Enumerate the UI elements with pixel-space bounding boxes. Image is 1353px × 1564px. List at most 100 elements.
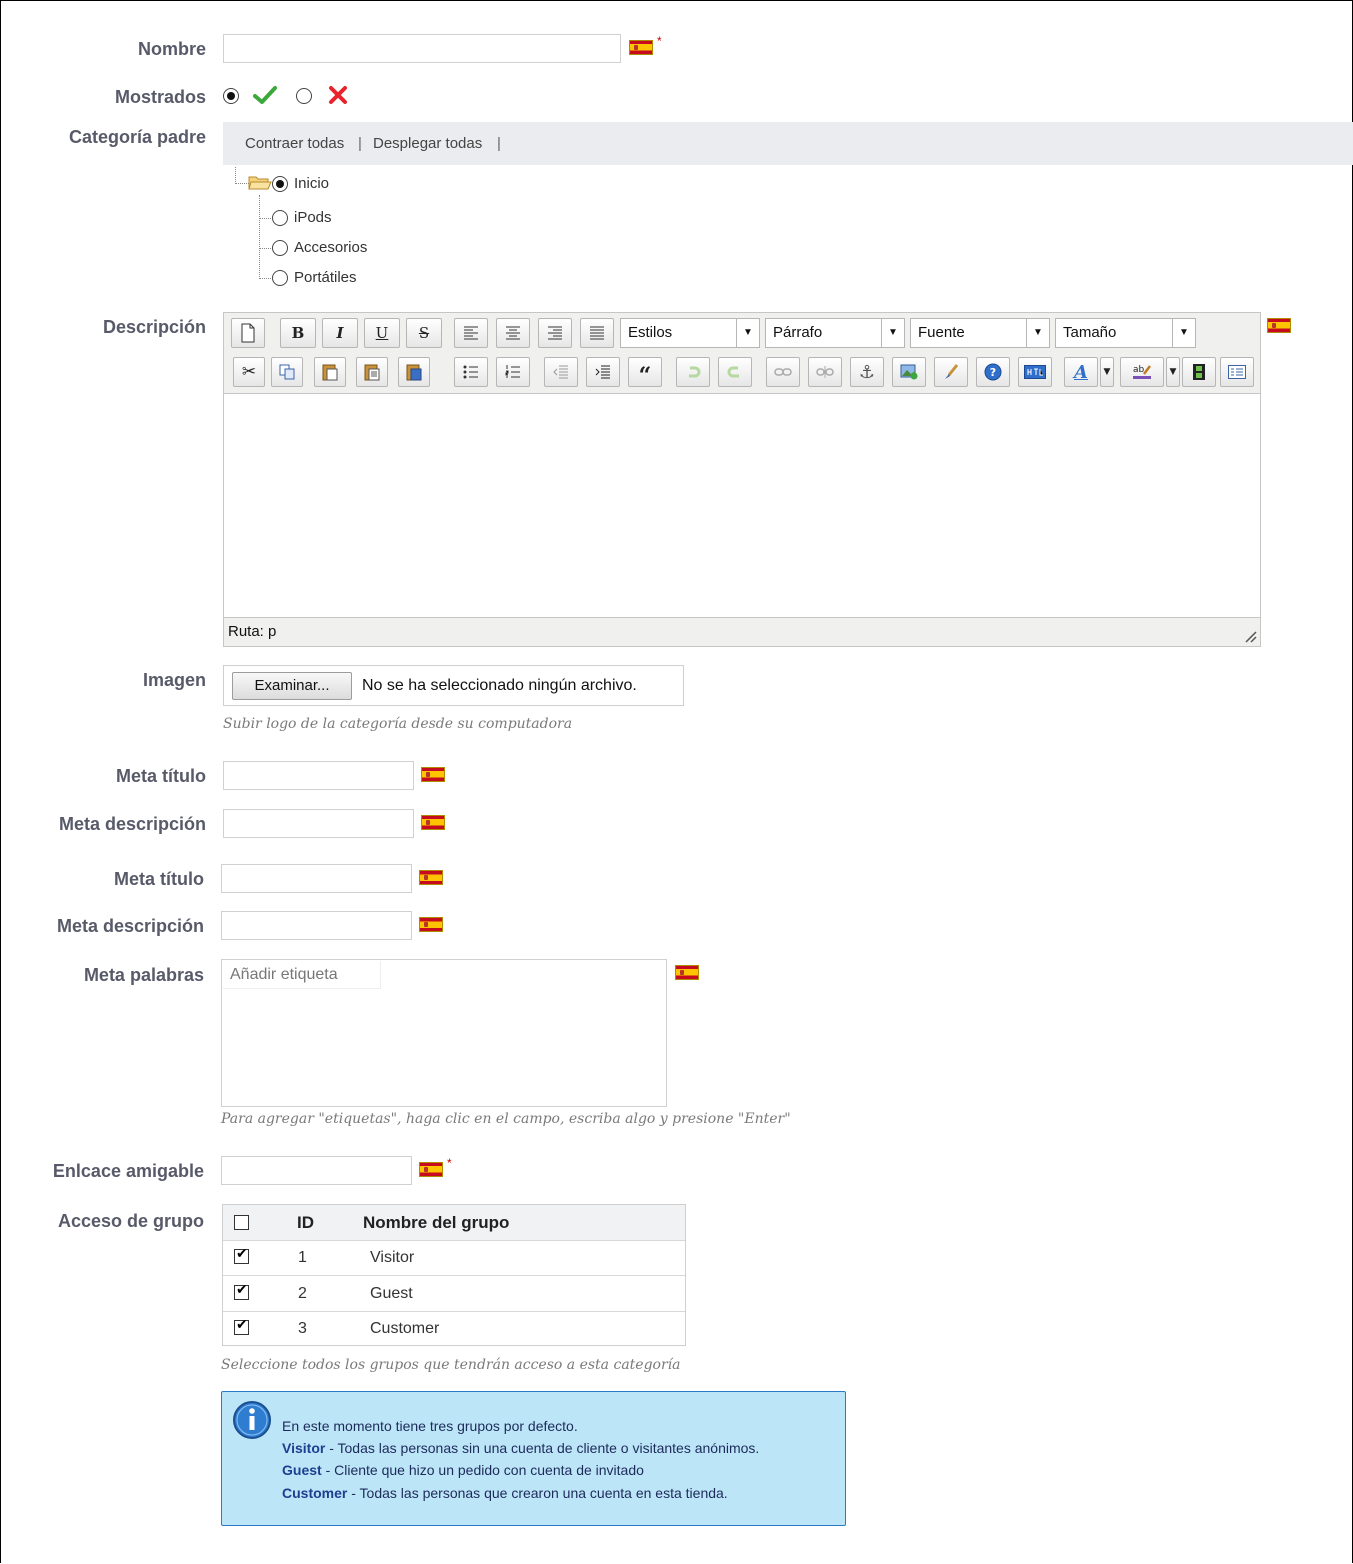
- tree-item-portatiles[interactable]: Portátiles: [294, 269, 357, 286]
- spain-flag-icon[interactable]: [629, 40, 653, 55]
- paste-text-icon: [364, 364, 380, 381]
- spain-flag-icon[interactable]: [421, 815, 445, 830]
- copy-button[interactable]: [271, 357, 303, 387]
- collapse-all-link[interactable]: Contraer todas: [245, 135, 344, 152]
- justify-button[interactable]: [580, 318, 614, 348]
- tree-radio-ipods[interactable]: [272, 210, 288, 226]
- group-checkbox-guest[interactable]: [234, 1282, 249, 1300]
- chevron-down-icon: ▼: [1103, 367, 1111, 377]
- group-checkbox-visitor[interactable]: [234, 1246, 249, 1264]
- redo-button[interactable]: [718, 357, 752, 387]
- groups-hint: Seleccione todos los grupos que tendrán …: [221, 1357, 681, 1373]
- underline-button[interactable]: U: [364, 318, 400, 348]
- text-color-button[interactable]: A: [1064, 357, 1098, 387]
- description-label: Descripción: [102, 317, 206, 337]
- info-visitor-desc: - Todas las personas sin una cuenta de c…: [325, 1440, 760, 1456]
- text-color-dropdown[interactable]: ▼: [1100, 357, 1114, 387]
- friendly-url-input[interactable]: [221, 1156, 412, 1185]
- info-guest-line: Guest - Cliente que hizo un pedido con c…: [282, 1462, 644, 1478]
- tree-radio-portatiles[interactable]: [272, 270, 288, 286]
- size-select-value: Tamaño: [1063, 324, 1117, 341]
- numbered-list-button[interactable]: [496, 357, 530, 387]
- outdent-button[interactable]: [544, 357, 578, 387]
- bold-button[interactable]: B: [280, 318, 316, 348]
- paste-button[interactable]: [314, 357, 346, 387]
- template-icon: [1228, 365, 1246, 379]
- expand-all-link[interactable]: Desplegar todas: [373, 135, 482, 152]
- select-all-groups-checkbox[interactable]: [234, 1215, 249, 1230]
- browse-button[interactable]: Examinar...: [232, 672, 352, 700]
- group-access-label: Acceso de grupo: [57, 1211, 204, 1231]
- group-name: Visitor: [370, 1249, 415, 1266]
- spain-flag-icon[interactable]: [419, 917, 443, 932]
- editor-content-area[interactable]: [224, 393, 1260, 618]
- displayed-no-radio[interactable]: [296, 88, 312, 104]
- align-right-icon: [548, 326, 562, 340]
- name-label: Nombre: [137, 39, 206, 59]
- meta-title-input[interactable]: [221, 864, 412, 893]
- unlink-button[interactable]: [808, 357, 842, 387]
- tree-item-ipods[interactable]: iPods: [294, 209, 332, 226]
- highlight-color-button[interactable]: ab: [1120, 357, 1164, 387]
- help-icon: ?: [984, 363, 1002, 381]
- html-source-button[interactable]: [1018, 357, 1052, 387]
- spain-flag-icon[interactable]: [675, 965, 699, 980]
- align-center-button[interactable]: [496, 318, 530, 348]
- tree-item-inicio[interactable]: Inicio: [294, 175, 329, 192]
- styles-select[interactable]: Estilos ▼: [620, 318, 760, 348]
- brush-icon: [945, 364, 959, 379]
- help-button[interactable]: ?: [976, 357, 1010, 387]
- link-button[interactable]: [766, 357, 800, 387]
- paste-text-button[interactable]: [356, 357, 388, 387]
- image-label: Imagen: [142, 670, 206, 690]
- meta-title-input[interactable]: [223, 761, 414, 790]
- group-checkbox-customer[interactable]: [234, 1317, 249, 1335]
- col-name-header: Nombre del grupo: [363, 1213, 510, 1232]
- media-button[interactable]: [1182, 357, 1216, 387]
- paste-word-button[interactable]: [398, 357, 430, 387]
- undo-button[interactable]: [676, 357, 710, 387]
- spain-flag-icon[interactable]: [1267, 318, 1291, 333]
- blockquote-button[interactable]: “: [628, 357, 662, 387]
- rich-text-editor: B I U S Estilos ▼ Párrafo ▼ Fuente ▼ Tamaño…: [223, 312, 1261, 647]
- spain-flag-icon[interactable]: [419, 1162, 443, 1177]
- meta-description-input[interactable]: [223, 809, 414, 838]
- info-customer-desc: - Todas las personas que crearon una cue…: [347, 1485, 728, 1501]
- film-icon: [1193, 364, 1205, 380]
- highlight-dropdown[interactable]: ▼: [1166, 357, 1180, 387]
- resize-handle-icon[interactable]: [1243, 629, 1257, 643]
- anchor-button[interactable]: ⚓: [850, 357, 884, 387]
- name-input[interactable]: [223, 34, 621, 63]
- template-button[interactable]: [1220, 357, 1254, 387]
- meta-description-input[interactable]: [221, 911, 412, 940]
- table-row: 1 Visitor: [223, 1240, 685, 1276]
- align-left-icon: [464, 326, 478, 340]
- size-select[interactable]: Tamaño ▼: [1055, 318, 1196, 348]
- tree-radio-accesorios[interactable]: [272, 240, 288, 256]
- indent-button[interactable]: [586, 357, 620, 387]
- new-document-button[interactable]: [231, 318, 265, 348]
- cut-button[interactable]: ✂: [233, 357, 265, 387]
- spain-flag-icon[interactable]: [419, 870, 443, 885]
- meta-keywords-tag-input[interactable]: Añadir etiqueta: [221, 959, 667, 1107]
- spain-flag-icon[interactable]: [421, 767, 445, 782]
- align-left-button[interactable]: [454, 318, 488, 348]
- image-button[interactable]: [892, 357, 926, 387]
- parent-category-label: Categoría padre: [68, 127, 206, 147]
- bullet-list-button[interactable]: [454, 357, 488, 387]
- italic-button[interactable]: I: [322, 318, 358, 348]
- strikethrough-button[interactable]: S: [406, 318, 442, 348]
- tree-item-accesorios[interactable]: Accesorios: [294, 239, 367, 256]
- meta-title-label: Meta título: [114, 869, 204, 889]
- cleanup-button[interactable]: [934, 357, 968, 387]
- tree-radio-inicio[interactable]: [272, 176, 288, 192]
- displayed-yes-radio[interactable]: [223, 88, 239, 104]
- info-visitor-term: Visitor: [282, 1440, 326, 1456]
- add-tag-placeholder[interactable]: Añadir etiqueta: [223, 961, 381, 989]
- meta-keywords-label: Meta palabras: [83, 965, 204, 985]
- image-hint: Subir logo de la categoría desde su comp…: [223, 716, 573, 732]
- check-icon: [253, 86, 277, 104]
- font-select[interactable]: Fuente ▼: [910, 318, 1050, 348]
- paragraph-select[interactable]: Párrafo ▼: [765, 318, 905, 348]
- align-right-button[interactable]: [538, 318, 572, 348]
